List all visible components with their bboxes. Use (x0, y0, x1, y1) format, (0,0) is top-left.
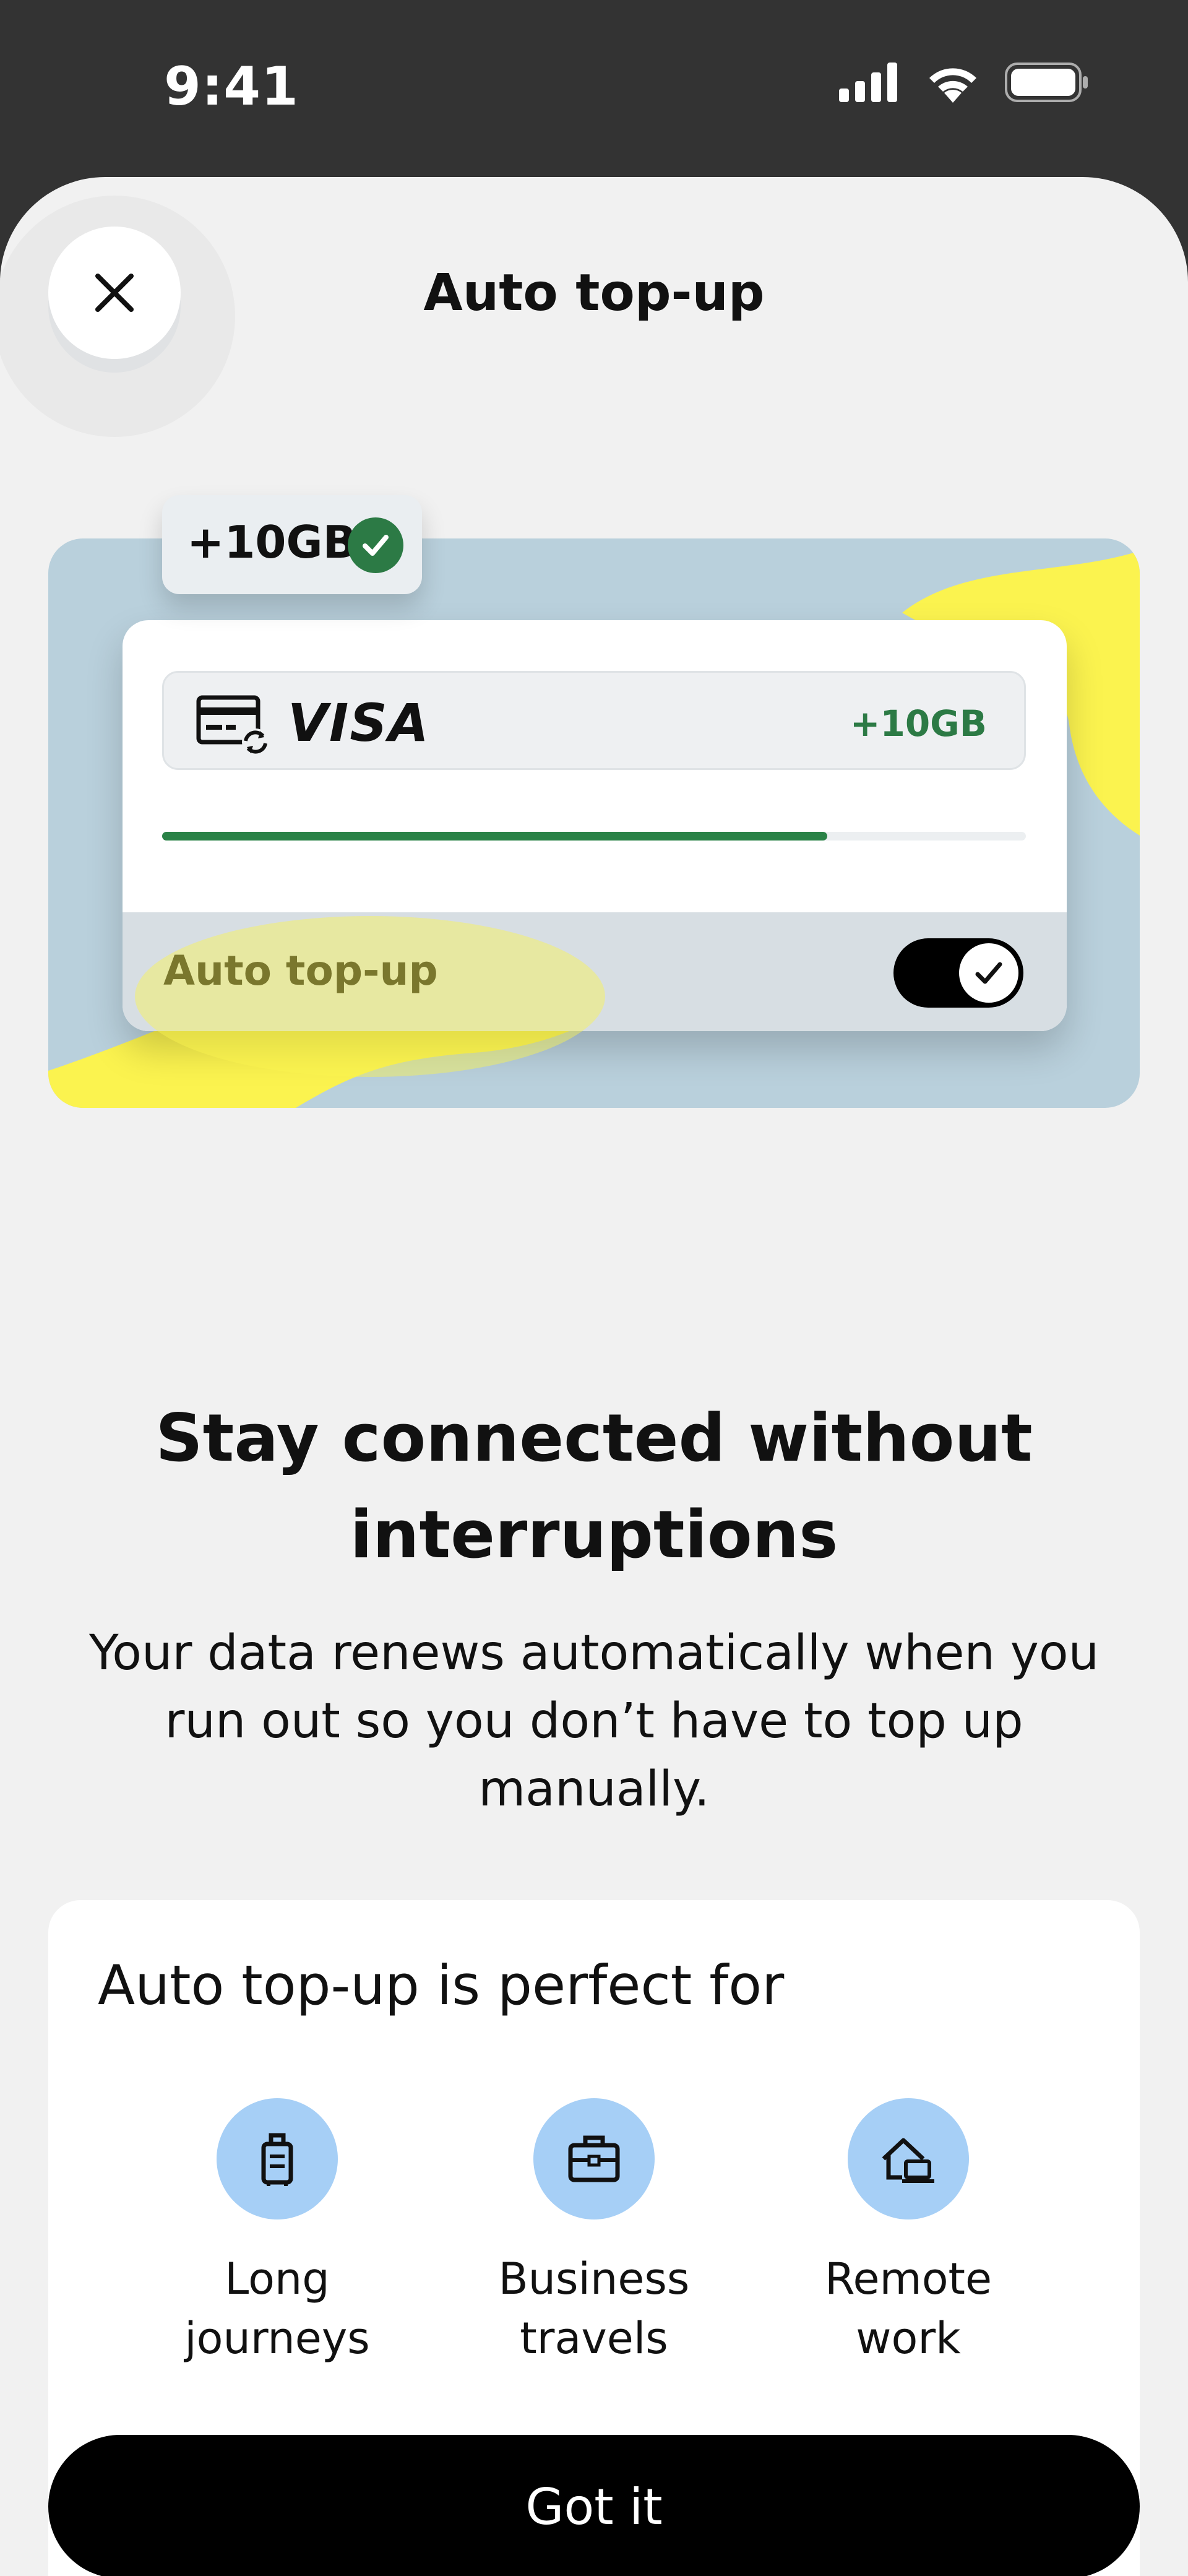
check-icon (975, 962, 1002, 984)
modal-sheet: Auto top-up VISA +10GB Auto top-up +10GB… (0, 177, 1188, 2576)
card-refresh-icon (196, 695, 269, 754)
description: Your data renews automatically when you … (88, 1625, 1100, 1817)
wifi-icon (929, 68, 976, 103)
card-brand: VISA (288, 693, 430, 753)
signal-icon (839, 63, 897, 102)
payment-card: VISA +10GB Auto top-up (123, 620, 1067, 1031)
page-title: Auto top-up (423, 264, 765, 322)
auto-topup-row: Auto top-up (123, 912, 1067, 1031)
topup-amount: +10GB (850, 702, 987, 745)
use-case-long-journeys: Long journeys (147, 2098, 407, 2368)
headline: Stay connected without interruptions (155, 1400, 1033, 1573)
status-bar: 9:41 (0, 0, 1188, 179)
badge-amount: +10GB (187, 516, 357, 568)
auto-topup-label: Auto top-up (163, 947, 438, 995)
data-progress-fill (162, 832, 827, 841)
payment-method-row: VISA +10GB (162, 671, 1026, 770)
use-case-remote-work: Remote work (778, 2098, 1038, 2368)
got-it-button[interactable]: Got it (48, 2435, 1140, 2576)
auto-topup-toggle[interactable] (893, 938, 1023, 1008)
briefcase-icon (533, 2098, 655, 2219)
status-icons (839, 62, 1089, 103)
use-case-label: Remote work (824, 2254, 992, 2364)
hero-illustration: VISA +10GB Auto top-up (48, 538, 1140, 1108)
use-cases-title: Auto top-up is perfect for (98, 1953, 785, 2017)
data-progress-bar (162, 832, 1026, 841)
use-case-label: Long journeys (184, 2254, 370, 2364)
home-laptop-icon (848, 2098, 969, 2219)
use-case-label: Business travels (498, 2254, 690, 2364)
luggage-icon (217, 2098, 338, 2219)
toggle-knob (959, 943, 1018, 1003)
data-added-badge: +10GB (162, 495, 422, 594)
use-case-business-travels: Business travels (464, 2098, 724, 2368)
status-time: 9:41 (164, 56, 299, 118)
battery-icon (1005, 63, 1088, 102)
check-circle-icon (348, 517, 403, 573)
